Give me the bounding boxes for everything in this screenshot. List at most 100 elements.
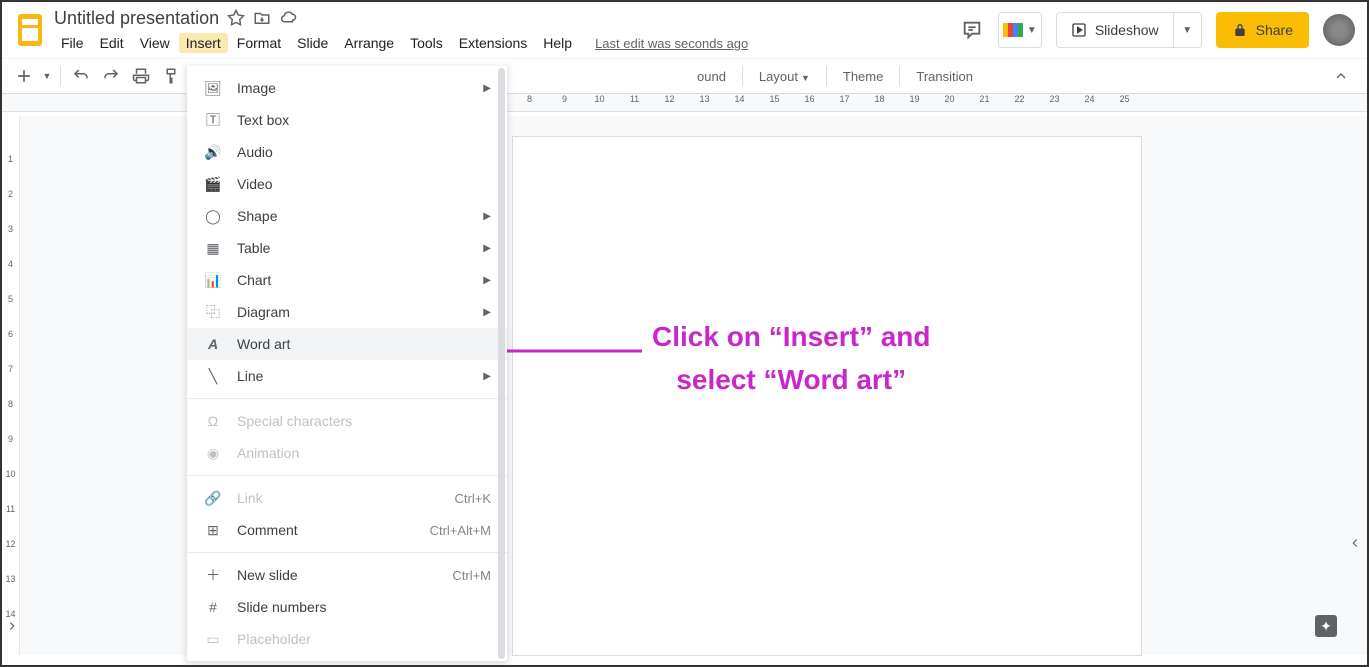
- separator: [187, 475, 507, 476]
- insert-line[interactable]: ╲Line▶: [187, 360, 507, 392]
- header-right: ▼ Slideshow ▼ Share: [960, 12, 1355, 48]
- insert-comment[interactable]: ⊞CommentCtrl+Alt+M: [187, 514, 507, 546]
- insert-wordart[interactable]: AWord art: [187, 328, 507, 360]
- submenu-arrow-icon: ▶: [483, 275, 491, 286]
- submenu-arrow-icon: ▶: [483, 243, 491, 254]
- comment-icon: ⊞: [203, 522, 223, 539]
- menu-extensions[interactable]: Extensions: [452, 33, 534, 53]
- title-area: Untitled presentation File Edit View Ins…: [54, 5, 960, 55]
- new-slide-dropdown[interactable]: ▼: [40, 62, 54, 90]
- comments-icon[interactable]: [960, 18, 984, 42]
- separator: [187, 552, 507, 553]
- share-button[interactable]: Share: [1216, 12, 1309, 48]
- share-label: Share: [1256, 22, 1293, 38]
- slides-logo[interactable]: [10, 10, 50, 50]
- menu-slide[interactable]: Slide: [290, 33, 335, 53]
- slideshow-group: Slideshow ▼: [1056, 12, 1202, 48]
- insert-diagram[interactable]: ⿻Diagram▶: [187, 296, 507, 328]
- slides-logo-icon: [18, 14, 42, 46]
- theme-button[interactable]: Theme: [833, 69, 893, 84]
- layout-button[interactable]: Layout▼: [749, 69, 820, 84]
- expand-filmstrip-icon[interactable]: [5, 619, 21, 635]
- play-icon: [1071, 22, 1087, 38]
- dropdown-scrollbar[interactable]: [498, 68, 505, 659]
- menu-edit[interactable]: Edit: [93, 33, 131, 53]
- insert-video[interactable]: 🎬Video: [187, 168, 507, 200]
- paint-format-button[interactable]: [157, 62, 185, 90]
- insert-placeholder: ▭Placeholder: [187, 623, 507, 655]
- menu-arrange[interactable]: Arrange: [337, 33, 401, 53]
- audio-icon: 🔊: [203, 144, 223, 161]
- insert-shape[interactable]: ◯Shape▶: [187, 200, 507, 232]
- chevron-down-icon: ▼: [1182, 25, 1192, 36]
- omega-icon: Ω: [203, 413, 223, 429]
- background-button[interactable]: ound: [687, 69, 736, 84]
- transition-button[interactable]: Transition: [906, 69, 983, 84]
- separator: [826, 66, 827, 86]
- cloud-status-icon[interactable]: [279, 9, 297, 27]
- annotation-text: Click on “Insert” and select “Word art”: [652, 316, 931, 402]
- submenu-arrow-icon: ▶: [483, 83, 491, 94]
- separator: [742, 66, 743, 86]
- slideshow-dropdown[interactable]: ▼: [1174, 12, 1202, 48]
- insert-slidenumbers[interactable]: #Slide numbers: [187, 591, 507, 623]
- collapse-toolbar-icon[interactable]: [1333, 68, 1349, 84]
- explore-button[interactable]: ✦: [1315, 615, 1337, 637]
- separator: [899, 66, 900, 86]
- insert-specialchars: ΩSpecial characters: [187, 405, 507, 437]
- insert-newslide[interactable]: ＋New slideCtrl+M: [187, 559, 507, 591]
- slideshow-label: Slideshow: [1095, 22, 1159, 38]
- separator: [60, 66, 61, 86]
- table-icon: ▦: [203, 240, 223, 257]
- expand-sidepanel-icon[interactable]: [1348, 536, 1364, 552]
- star-icon[interactable]: [227, 9, 245, 27]
- chart-icon: 📊: [203, 272, 223, 289]
- line-icon: ╲: [203, 368, 223, 385]
- submenu-arrow-icon: ▶: [483, 307, 491, 318]
- user-avatar[interactable]: [1323, 14, 1355, 46]
- redo-button[interactable]: [97, 62, 125, 90]
- insert-image[interactable]: 🖼Image▶: [187, 72, 507, 104]
- print-button[interactable]: [127, 62, 155, 90]
- chevron-down-icon: ▼: [1027, 25, 1037, 36]
- wordart-icon: A: [203, 336, 223, 352]
- insert-animation: ◉Animation: [187, 437, 507, 469]
- plus-icon: ＋: [203, 565, 223, 585]
- shape-icon: ◯: [203, 208, 223, 225]
- document-title[interactable]: Untitled presentation: [54, 8, 219, 29]
- meet-icon: [1003, 23, 1023, 37]
- new-slide-button[interactable]: [10, 62, 38, 90]
- vertical-ruler: 1234567891011121314: [2, 116, 20, 655]
- insert-table[interactable]: ▦Table▶: [187, 232, 507, 264]
- menu-format[interactable]: Format: [230, 33, 288, 53]
- menu-view[interactable]: View: [133, 33, 177, 53]
- separator: [187, 398, 507, 399]
- lock-icon: [1232, 22, 1248, 38]
- undo-button[interactable]: [67, 62, 95, 90]
- meet-button[interactable]: ▼: [998, 12, 1042, 48]
- hash-icon: #: [203, 599, 223, 615]
- menu-bar: File Edit View Insert Format Slide Arran…: [54, 31, 960, 55]
- link-icon: 🔗: [203, 490, 223, 507]
- insert-dropdown: 🖼Image▶ 🅃Text box 🔊Audio 🎬Video ◯Shape▶ …: [187, 66, 507, 661]
- insert-textbox[interactable]: 🅃Text box: [187, 104, 507, 136]
- title-row: Untitled presentation: [54, 5, 960, 31]
- insert-audio[interactable]: 🔊Audio: [187, 136, 507, 168]
- insert-chart[interactable]: 📊Chart▶: [187, 264, 507, 296]
- move-icon[interactable]: [253, 9, 271, 27]
- menu-insert[interactable]: Insert: [179, 33, 228, 53]
- submenu-arrow-icon: ▶: [483, 371, 491, 382]
- placeholder-icon: ▭: [203, 631, 223, 648]
- menu-help[interactable]: Help: [536, 33, 579, 53]
- last-edit-link[interactable]: Last edit was seconds ago: [595, 36, 748, 51]
- insert-link: 🔗LinkCtrl+K: [187, 482, 507, 514]
- menu-tools[interactable]: Tools: [403, 33, 450, 53]
- slideshow-button[interactable]: Slideshow: [1056, 12, 1174, 48]
- menu-file[interactable]: File: [54, 33, 91, 53]
- textbox-icon: 🅃: [203, 110, 223, 130]
- animation-icon: ◉: [203, 445, 223, 462]
- app-header: Untitled presentation File Edit View Ins…: [2, 2, 1367, 58]
- submenu-arrow-icon: ▶: [483, 211, 491, 222]
- diagram-icon: ⿻: [203, 302, 223, 322]
- toolbar-right: ound Layout▼ Theme Transition: [687, 66, 983, 86]
